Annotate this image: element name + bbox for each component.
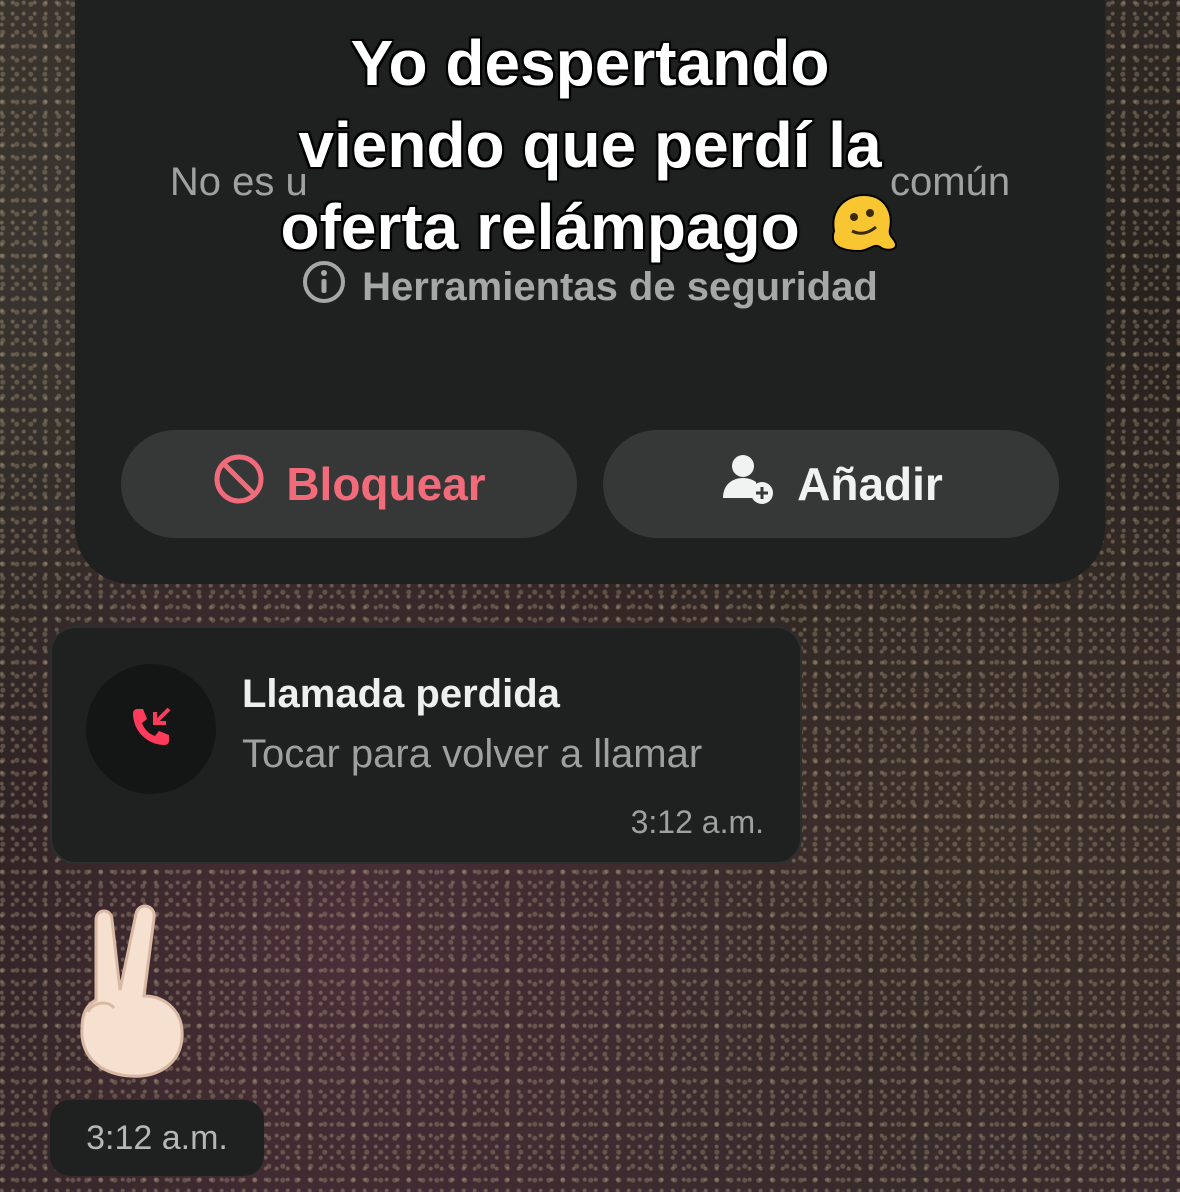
missed-call-time: 3:12 a.m. bbox=[630, 804, 764, 840]
missed-call-title: Llamada perdida bbox=[242, 672, 560, 716]
add-label: Añadir bbox=[797, 458, 943, 510]
add-contact-icon bbox=[719, 450, 777, 519]
caption-line-1: Yo despertando bbox=[350, 27, 830, 99]
missed-call-subtitle: Tocar para volver a llamar bbox=[242, 732, 703, 776]
caption-line-2: viendo que perdí la bbox=[298, 109, 882, 181]
peace-hand-emoji[interactable] bbox=[66, 900, 196, 1085]
add-contact-button[interactable]: Añadir bbox=[603, 430, 1059, 538]
block-icon bbox=[212, 452, 266, 517]
missed-call-bubble[interactable]: Llamada perdida Tocar para volver a llam… bbox=[50, 626, 802, 864]
block-button[interactable]: Bloquear bbox=[121, 430, 577, 538]
melting-face-emoji bbox=[824, 191, 900, 274]
sticker-time: 3:12 a.m. bbox=[50, 1100, 264, 1176]
missed-call-icon bbox=[123, 699, 179, 760]
missed-call-icon-circle bbox=[86, 664, 216, 794]
caption-line-3: oferta relámpago bbox=[280, 191, 800, 263]
block-label: Bloquear bbox=[286, 458, 486, 510]
meme-caption: Yo despertando viendo que perdí la ofert… bbox=[0, 22, 1180, 274]
